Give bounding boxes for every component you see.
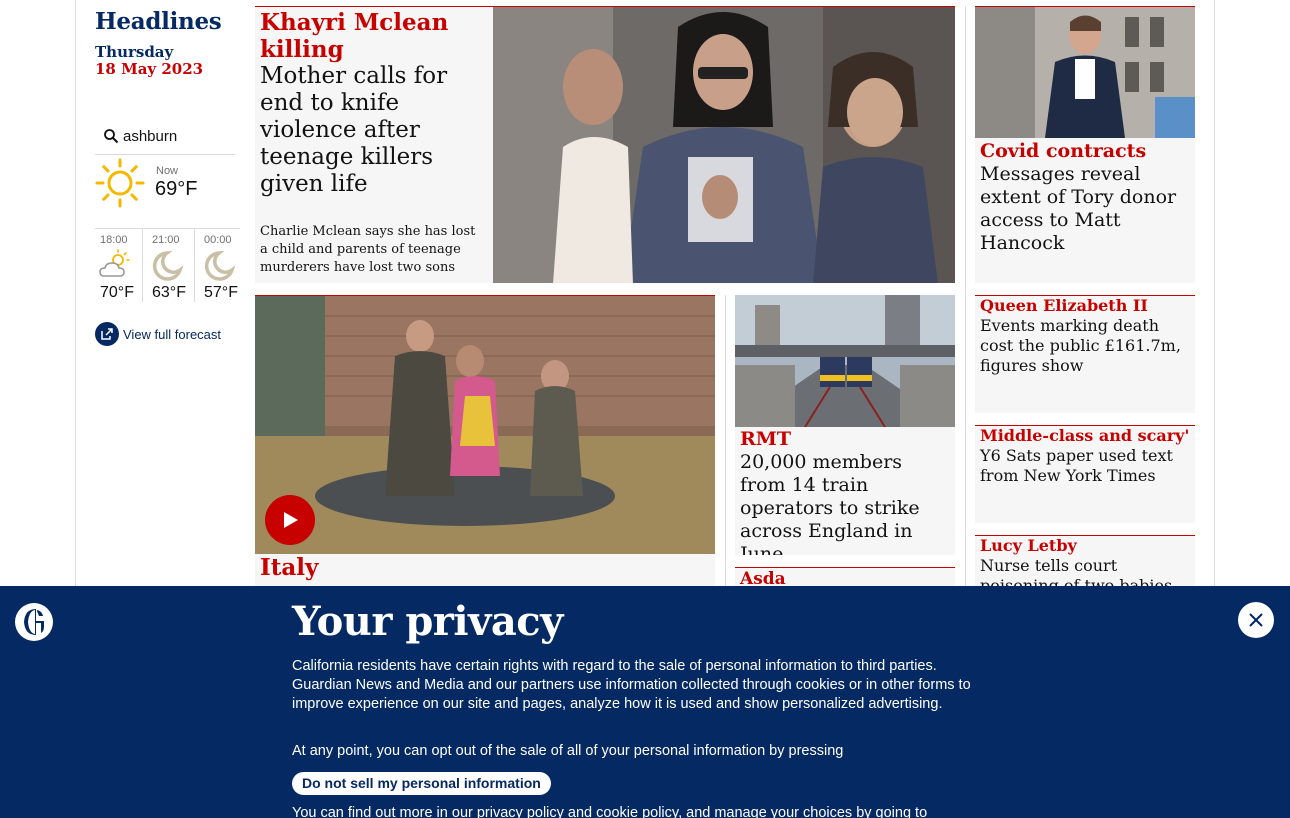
close-icon: [1249, 613, 1263, 627]
forecast-slot: 00:00 57°F: [199, 229, 247, 302]
forecast-temp: 70°F: [100, 284, 134, 301]
story-card-sats[interactable]: Middle-class and scary' Y6 Sats paper us…: [975, 425, 1195, 523]
moon-icon: [152, 250, 184, 281]
sun-icon: [95, 158, 145, 208]
forecast-slot: 21:00 63°F: [147, 229, 195, 302]
story-image: [735, 295, 955, 427]
play-video-button[interactable]: [265, 495, 315, 545]
section-title: Headlines: [95, 8, 222, 35]
story-kicker: Middle-class and scary': [980, 426, 1190, 445]
privacy-more-info-text: You can find out more in our privacy pol…: [292, 805, 928, 818]
story-text: Middle-class and scary' Y6 Sats paper us…: [980, 426, 1192, 486]
location-input[interactable]: [123, 125, 231, 147]
story-card-covid[interactable]: Covid contracts Messages reveal extent o…: [975, 6, 1195, 283]
story-image: [975, 7, 1195, 138]
forecast-slot: 18:00 70°F: [95, 229, 143, 302]
story-text: Covid contracts Messages reveal extent o…: [980, 140, 1192, 255]
date-full: 18 May 2023: [95, 60, 204, 78]
story-text: Khayri Mclean killing Mother calls for e…: [260, 9, 485, 198]
partly-cloudy-icon: [99, 249, 130, 277]
story-image: [493, 7, 955, 283]
story-kicker: Italy: [260, 554, 319, 581]
story-card-italy[interactable]: Italy: [255, 295, 715, 635]
do-not-sell-button[interactable]: Do not sell my personal information: [292, 772, 551, 795]
story-text: Italy: [260, 554, 710, 581]
story-text: RMT 20,000 members from 14 train operato…: [740, 428, 952, 555]
column-divider: [965, 6, 966, 626]
weather-now-temp: 69°F: [155, 178, 198, 200]
forecast-time: 00:00: [204, 234, 232, 246]
play-icon: [284, 512, 298, 528]
story-kicker: Covid contracts: [980, 140, 1147, 162]
weather-location-search: [95, 122, 235, 155]
story-kicker: Lucy Letby: [980, 536, 1077, 555]
search-icon: [104, 129, 119, 144]
story-card-queen-elizabeth[interactable]: Queen Elizabeth II Events marking death …: [975, 295, 1195, 413]
close-banner-button[interactable]: [1238, 602, 1274, 638]
story-kicker: RMT: [740, 428, 791, 450]
external-link-icon: [95, 322, 119, 346]
weather-now-label: Now: [156, 165, 179, 177]
full-forecast-label: View full forecast: [123, 326, 222, 342]
forecast-temp: 63°F: [152, 284, 186, 301]
view-full-forecast-link[interactable]: View full forecast: [95, 321, 221, 347]
story-card-main[interactable]: Khayri Mclean killing Mother calls for e…: [255, 6, 955, 283]
story-text: Queen Elizabeth II Events marking death …: [980, 296, 1192, 376]
privacy-text: California residents have certain rights…: [292, 658, 971, 712]
guardian-logo: [15, 603, 53, 641]
moon-icon: [204, 250, 236, 281]
story-kicker: Khayri Mclean killing: [260, 9, 449, 63]
story-kicker: Queen Elizabeth II: [980, 296, 1148, 315]
date-day: Thursday: [95, 43, 174, 61]
story-card-rmt[interactable]: RMT 20,000 members from 14 train operato…: [735, 295, 955, 555]
forecast-time: 18:00: [100, 234, 128, 246]
weather-forecast: 18:00 70°F 21:00 63°F 00:00 57°F: [95, 228, 240, 302]
column-divider: [725, 295, 726, 625]
story-headline: 20,000 members from 14 train operators t…: [740, 451, 920, 555]
story-headline: Mother calls for end to knife violence a…: [260, 63, 448, 197]
story-headline: Messages reveal extent of Tory donor acc…: [980, 163, 1177, 254]
story-standfirst: Charlie Mclean says she has lost a child…: [260, 224, 476, 275]
story-image: [255, 296, 715, 554]
forecast-time: 21:00: [152, 234, 180, 246]
story-headline: Y6 Sats paper used text from New York Ti…: [980, 446, 1173, 485]
privacy-opt-out-text: At any point, you can opt out of the sal…: [292, 743, 844, 759]
story-headline: Events marking death cost the public £16…: [980, 316, 1181, 375]
forecast-temp: 57°F: [204, 284, 238, 301]
privacy-title: Your privacy: [292, 598, 563, 645]
privacy-banner: Your privacy California residents have c…: [0, 586, 1290, 818]
